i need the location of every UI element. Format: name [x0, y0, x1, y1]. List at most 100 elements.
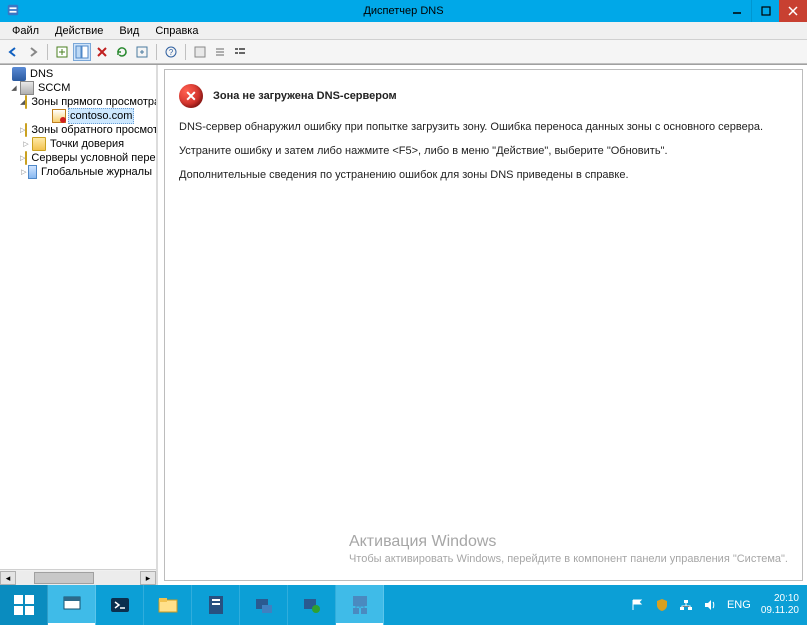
maximize-button[interactable] [751, 0, 779, 22]
title-bar: Диспетчер DNS [0, 0, 807, 22]
dns-icon [12, 67, 26, 81]
task-powershell[interactable] [96, 585, 144, 625]
tree-label: Серверы условной пересылки [29, 151, 156, 165]
log-icon [28, 165, 38, 179]
tray-network-icon[interactable] [679, 598, 693, 612]
back-button[interactable] [4, 43, 22, 61]
minimize-button[interactable] [723, 0, 751, 22]
export-button[interactable] [133, 43, 151, 61]
menu-bar: Файл Действие Вид Справка [0, 22, 807, 40]
view-list-button[interactable] [211, 43, 229, 61]
filter-button[interactable] [191, 43, 209, 61]
activation-watermark: Активация Windows Чтобы активировать Win… [349, 533, 788, 566]
refresh-button[interactable] [113, 43, 131, 61]
svg-text:?: ? [169, 48, 174, 57]
folder-icon [25, 123, 27, 137]
tree-label: Зоны обратного просмотра [29, 123, 156, 137]
task-server-manager[interactable] [48, 585, 96, 625]
watermark-title: Активация Windows [349, 533, 788, 551]
error-paragraph: DNS-сервер обнаружил ошибку при попытке … [179, 120, 788, 134]
app1-icon [204, 593, 228, 617]
task-app-2[interactable] [240, 585, 288, 625]
server-manager-icon [60, 593, 84, 617]
taskbar: ENG 20:10 09.11.20 [0, 585, 807, 625]
powershell-icon [108, 593, 132, 617]
tree-global-logs[interactable]: Глобальные журналы [0, 165, 156, 179]
content-pane: ✕ Зона не загружена DNS-сервером DNS-сер… [164, 69, 803, 581]
tray-language[interactable]: ENG [727, 599, 751, 611]
export-icon [135, 45, 149, 59]
tray-date: 09.11.20 [761, 605, 799, 617]
tree-label: Точки доверия [48, 137, 126, 151]
tree-label: Зоны прямого просмотра [29, 95, 156, 109]
tree-zone-contoso[interactable]: contoso.com [0, 109, 156, 123]
error-body: DNS-сервер обнаружил ошибку при попытке … [179, 120, 788, 182]
tree-panel: DNS SCCM Зоны прямого просмотра contoso.… [0, 65, 158, 585]
task-app-3[interactable] [288, 585, 336, 625]
menu-help[interactable]: Справка [147, 23, 206, 39]
zone-error-icon [52, 109, 66, 123]
error-paragraph: Дополнительные сведения по устранению ош… [179, 168, 788, 182]
tray-sound-icon[interactable] [703, 598, 717, 612]
folder-icon [25, 95, 27, 109]
tree-root-dns[interactable]: DNS [0, 67, 156, 81]
app2-icon [252, 593, 276, 617]
tray-shield-icon[interactable] [655, 598, 669, 612]
folder-icon [25, 151, 27, 165]
task-explorer[interactable] [144, 585, 192, 625]
start-button[interactable] [0, 585, 48, 625]
list1-icon [213, 45, 227, 59]
tray-time: 20:10 [761, 593, 799, 605]
forward-button[interactable] [24, 43, 42, 61]
scroll-thumb[interactable] [34, 572, 94, 584]
refresh-icon [115, 45, 129, 59]
close-button[interactable] [779, 0, 807, 22]
tree-label: SCCM [36, 81, 72, 95]
tree-server[interactable]: SCCM [0, 81, 156, 95]
system-tray: ENG 20:10 09.11.20 [623, 585, 807, 625]
scroll-track[interactable] [16, 571, 140, 585]
list2-icon [233, 45, 247, 59]
tree-view[interactable]: DNS SCCM Зоны прямого просмотра contoso.… [0, 65, 156, 569]
tree-reverse-zones[interactable]: Зоны обратного просмотра [0, 123, 156, 137]
delete-button[interactable] [93, 43, 111, 61]
show-hide-tree-button[interactable] [73, 43, 91, 61]
windows-icon [12, 593, 36, 617]
menu-file[interactable]: Файл [4, 23, 47, 39]
app-icon [6, 3, 20, 17]
tree-horizontal-scrollbar[interactable]: ◂ ▸ [0, 569, 156, 585]
view-details-button[interactable] [231, 43, 249, 61]
folder-icon [32, 137, 46, 151]
explorer-icon [156, 593, 180, 617]
tray-flag-icon[interactable] [631, 598, 645, 612]
help-button[interactable]: ? [162, 43, 180, 61]
toolbar: ? [0, 40, 807, 64]
scroll-right-button[interactable]: ▸ [140, 571, 156, 585]
tree-label: Глобальные журналы [39, 165, 154, 179]
task-app-1[interactable] [192, 585, 240, 625]
menu-view[interactable]: Вид [111, 23, 147, 39]
tree-label: contoso.com [68, 108, 134, 124]
error-icon: ✕ [179, 84, 203, 108]
tree-forward-zones[interactable]: Зоны прямого просмотра [0, 95, 156, 109]
watermark-text: Чтобы активировать Windows, перейдите в … [349, 553, 788, 566]
task-dns-manager[interactable] [336, 585, 384, 625]
tree-label: DNS [28, 67, 55, 81]
tree-trust-points[interactable]: Точки доверия [0, 137, 156, 151]
tree-conditional-forwarders[interactable]: Серверы условной пересылки [0, 151, 156, 165]
error-paragraph: Устраните ошибку и затем либо нажмите <F… [179, 144, 788, 158]
filter-icon [193, 45, 207, 59]
arrow-right-icon [26, 45, 40, 59]
tray-clock[interactable]: 20:10 09.11.20 [761, 593, 799, 617]
help-icon: ? [164, 45, 178, 59]
dns-manager-icon [348, 593, 372, 617]
new-icon [55, 45, 69, 59]
tree-pane-icon [75, 45, 89, 59]
main-area: DNS SCCM Зоны прямого просмотра contoso.… [0, 64, 807, 585]
arrow-left-icon [6, 45, 20, 59]
new-button[interactable] [53, 43, 71, 61]
app3-icon [300, 593, 324, 617]
menu-action[interactable]: Действие [47, 23, 111, 39]
scroll-left-button[interactable]: ◂ [0, 571, 16, 585]
delete-icon [95, 45, 109, 59]
